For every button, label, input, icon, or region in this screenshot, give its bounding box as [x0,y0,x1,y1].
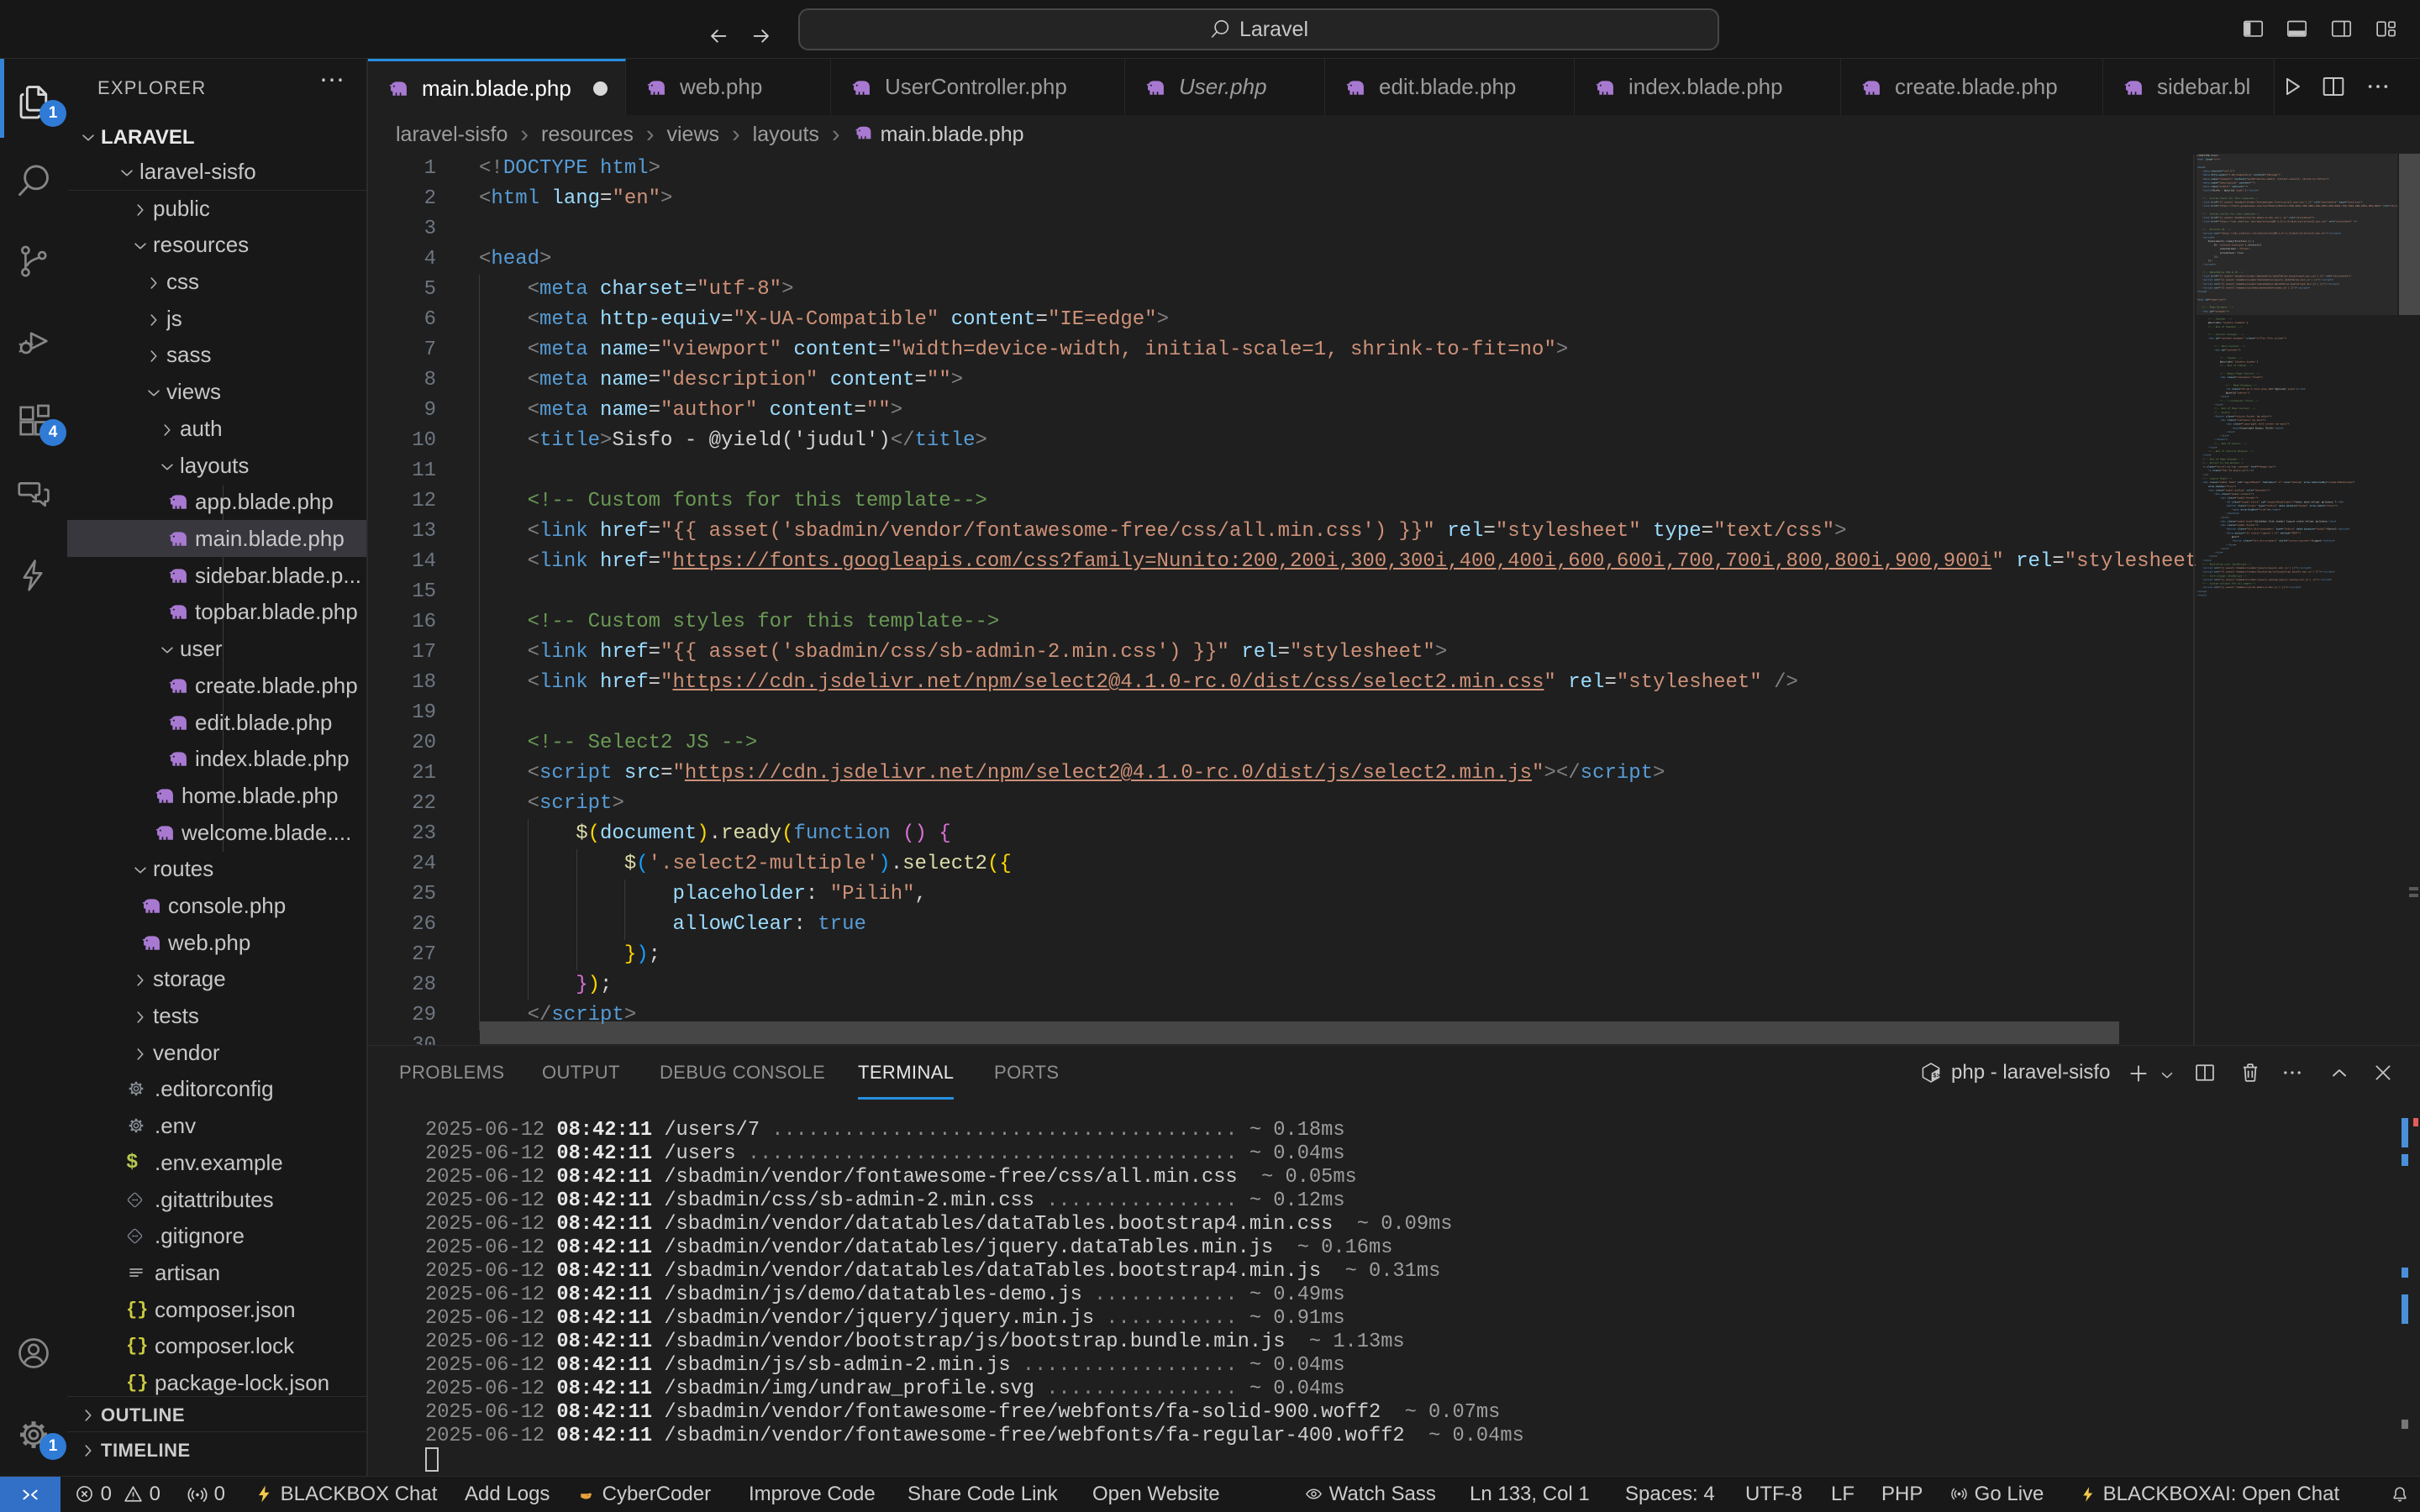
svg-text:$>: $> [1933,1073,1941,1079]
